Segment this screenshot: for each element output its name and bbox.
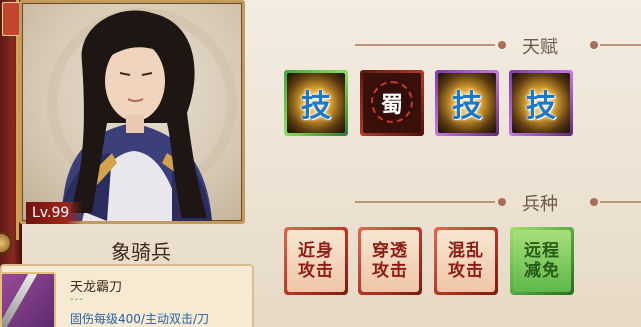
talent-skill-icon[interactable]: 技 [435, 70, 499, 136]
troop-trait-chaos[interactable]: 混乱 攻击 [434, 227, 498, 295]
skill-separator: --- [70, 294, 84, 305]
troop-trait-line1: 近身 [298, 241, 334, 261]
troop-trait-line1: 混乱 [448, 241, 484, 261]
troops-header-line-right [600, 201, 641, 203]
talents-title: 天赋 [522, 37, 558, 58]
skill-sword-icon [0, 272, 56, 327]
troops-header-dot-left [498, 198, 506, 206]
troop-trait-line1: 穿透 [372, 241, 408, 261]
talent-faction-shu-icon[interactable]: 蜀 [360, 70, 424, 136]
troops-header-line-left [355, 201, 495, 203]
troop-trait-line1: 远程 [524, 241, 560, 261]
hero-portrait[interactable] [19, 0, 245, 224]
troops-row: 近身 攻击 穿透 攻击 混乱 攻击 远程 减免 [284, 227, 574, 299]
troop-trait-line2: 攻击 [448, 261, 484, 281]
troop-trait-ranged-reduction[interactable]: 远程 减免 [510, 227, 574, 295]
talents-row: 技 蜀 技 技 [284, 70, 574, 140]
talent-glyph: 技 [452, 89, 482, 124]
skill-name: 天龙霸刀 [70, 280, 123, 295]
talents-header-line-left [355, 44, 495, 46]
skill-description: 固伤每级400/主动双击/刀 [70, 312, 209, 326]
troop-trait-line2: 攻击 [372, 261, 408, 281]
hero-portrait-art [47, 8, 237, 221]
troops-title: 兵种 [522, 194, 558, 215]
troop-trait-pierce[interactable]: 穿透 攻击 [358, 227, 422, 295]
talents-header-dot-right [590, 41, 598, 49]
hero-level-badge: Lv.99 [26, 202, 84, 224]
talents-header: 天赋 [355, 33, 641, 58]
unit-type-label: 象骑兵 [111, 240, 171, 264]
troop-trait-line2: 减免 [524, 261, 560, 281]
skill-card[interactable]: 天龙霸刀 --- 固伤每级400/主动双击/刀 [0, 264, 254, 327]
troop-trait-melee[interactable]: 近身 攻击 [284, 227, 348, 295]
talent-skill-icon[interactable]: 技 [509, 70, 573, 136]
troop-trait-line2: 攻击 [298, 261, 334, 281]
talent-glyph: 技 [301, 89, 331, 124]
talents-header-dot-left [498, 41, 506, 49]
talent-skill-icon[interactable]: 技 [284, 70, 348, 136]
talents-header-line-right [600, 44, 641, 46]
troops-header: 兵种 [355, 190, 641, 215]
troops-header-dot-right [590, 198, 598, 206]
side-tag[interactable] [2, 2, 20, 36]
talent-glyph: 技 [526, 89, 556, 124]
